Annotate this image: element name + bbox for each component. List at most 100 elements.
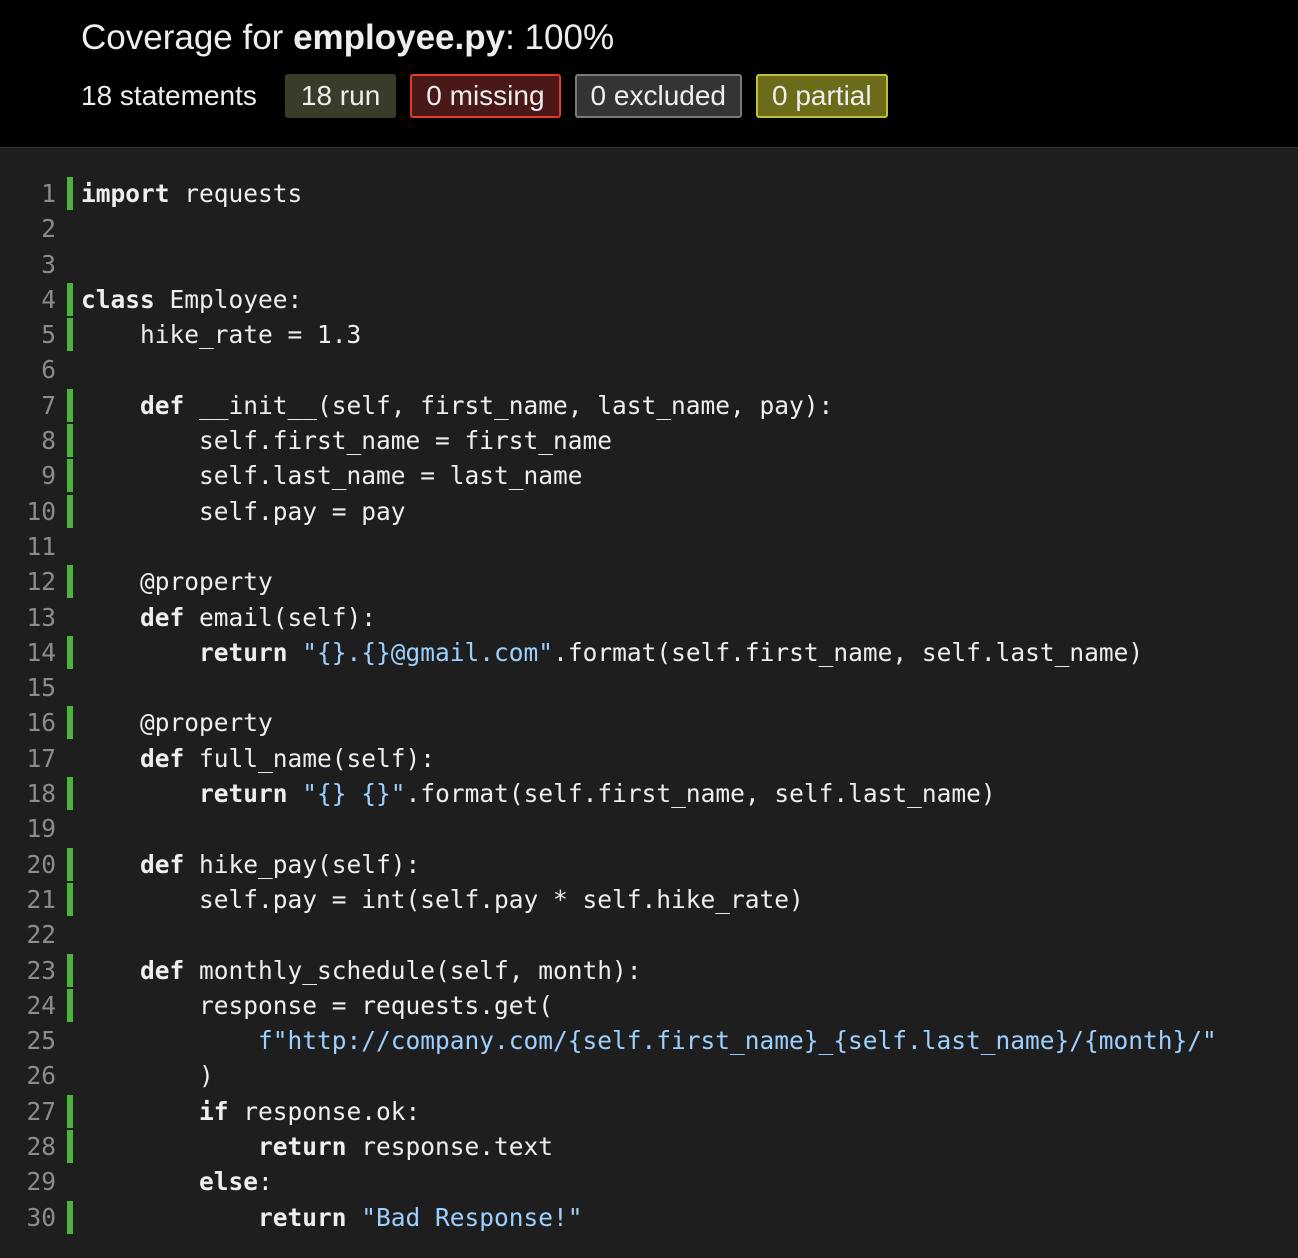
line-number-link[interactable]: 13 [0, 600, 56, 635]
run-indicator-bar [67, 988, 73, 1022]
line-number-link[interactable]: 1 [0, 176, 56, 211]
run-indicator-bar [67, 318, 73, 352]
keyword-token: else [199, 1167, 259, 1197]
title-prefix: Coverage for [81, 18, 294, 57]
code-text: def full_name(self): [81, 741, 435, 776]
code-text: @property [81, 705, 273, 740]
line-number-link[interactable]: 20 [0, 847, 56, 882]
source-line: 27 if response.ok: [0, 1094, 1298, 1129]
line-number-link[interactable]: 15 [0, 670, 56, 705]
line-number-link[interactable]: 22 [0, 917, 56, 952]
code-token: __init__(self, first_name, last_name, pa… [184, 390, 834, 420]
code-text: def email(self): [81, 600, 376, 635]
run-indicator-bar [67, 953, 73, 987]
code-text: if response.ok: [81, 1094, 420, 1129]
code-text: hike_rate = 1.3 [81, 317, 361, 352]
line-number-link[interactable]: 17 [0, 741, 56, 776]
run-indicator-bar [67, 565, 73, 599]
source-line: 12 @property [0, 564, 1298, 599]
excluded-toggle-button[interactable]: 0 excluded [574, 74, 742, 118]
run-indicator-bar [67, 459, 73, 493]
run-indicator-bar [67, 388, 73, 422]
keyword-token: return [258, 1202, 347, 1232]
source-line: 6 [0, 352, 1298, 387]
code-token: response.text [346, 1132, 554, 1162]
line-number-link[interactable]: 16 [0, 705, 56, 740]
code-text: def hike_pay(self): [81, 847, 420, 882]
run-toggle-button[interactable]: 18 run [284, 74, 397, 118]
run-indicator-bar [67, 494, 73, 528]
source-line: 10 self.pay = pay [0, 494, 1298, 529]
line-number-link[interactable]: 2 [0, 211, 56, 246]
source-line: 2 [0, 211, 1298, 246]
line-number-link[interactable]: 11 [0, 529, 56, 564]
code-token: : [258, 1167, 273, 1197]
line-number-link[interactable]: 27 [0, 1094, 56, 1129]
line-number-link[interactable]: 24 [0, 988, 56, 1023]
line-number-link[interactable]: 29 [0, 1164, 56, 1199]
line-number-link[interactable]: 12 [0, 564, 56, 599]
line-number-link[interactable]: 9 [0, 458, 56, 493]
code-text: return "{}.{}@gmail.com".format(self.fir… [81, 635, 1143, 670]
line-number-link[interactable]: 28 [0, 1129, 56, 1164]
missing-toggle-button[interactable]: 0 missing [410, 74, 561, 118]
file-name: employee.py [293, 18, 506, 57]
code-text: f"http://company.com/{self.first_name}_{… [81, 1023, 1217, 1058]
code-text: import requests [81, 176, 302, 211]
line-number-link[interactable]: 30 [0, 1200, 56, 1235]
code-text: return "{} {}".format(self.first_name, s… [81, 776, 996, 811]
source-line: 11 [0, 529, 1298, 564]
string-token: f"http://company.com/{self.first_name}_{… [258, 1026, 1217, 1056]
line-number-link[interactable]: 26 [0, 1058, 56, 1093]
source-line: 4 class Employee: [0, 282, 1298, 317]
line-number-link[interactable]: 21 [0, 882, 56, 917]
line-number-link[interactable]: 10 [0, 494, 56, 529]
line-number-link[interactable]: 23 [0, 953, 56, 988]
keyword-token: return [258, 1132, 347, 1162]
code-token: self.pay = pay [81, 496, 406, 526]
source-line: 26 ) [0, 1058, 1298, 1093]
code-text: self.pay = pay [81, 494, 406, 529]
code-token: hike_pay(self): [184, 849, 421, 879]
line-number-link[interactable]: 18 [0, 776, 56, 811]
code-text: def __init__(self, first_name, last_name… [81, 388, 833, 423]
run-indicator-bar [67, 777, 73, 811]
partial-toggle-button[interactable]: 0 partial [755, 74, 888, 118]
line-number-link[interactable]: 7 [0, 388, 56, 423]
code-token: @property [81, 708, 273, 738]
keyword-token: def [140, 743, 185, 773]
line-number-link[interactable]: 8 [0, 423, 56, 458]
source-line: 28 return response.text [0, 1129, 1298, 1164]
coverage-header: Coverage for employee.py: 100% 18 statem… [0, 0, 1298, 148]
source-line: 3 [0, 247, 1298, 282]
page-title: Coverage for employee.py: 100% [81, 14, 614, 62]
source-line: 24 response = requests.get( [0, 988, 1298, 1023]
line-number-link[interactable]: 4 [0, 282, 56, 317]
keyword-token: def [140, 602, 185, 632]
line-number-link[interactable]: 5 [0, 317, 56, 352]
code-text: class Employee: [81, 282, 302, 317]
string-token: "Bad Response!" [361, 1202, 583, 1232]
line-number-link[interactable]: 3 [0, 247, 56, 282]
line-number-link[interactable]: 25 [0, 1023, 56, 1058]
coverage-stats: 18 statements 18 run 0 missing 0 exclude… [81, 73, 902, 119]
line-number-link[interactable]: 19 [0, 811, 56, 846]
code-token: response = requests.get( [81, 990, 554, 1020]
run-indicator-bar [67, 635, 73, 669]
run-indicator-bar [67, 882, 73, 916]
run-indicator-bar [67, 424, 73, 458]
coverage-percent: : 100% [505, 18, 615, 57]
line-number-link[interactable]: 14 [0, 635, 56, 670]
code-text: response = requests.get( [81, 988, 553, 1023]
source-line: 13 def email(self): [0, 600, 1298, 635]
run-indicator-bar [67, 1094, 73, 1128]
line-number-link[interactable]: 6 [0, 352, 56, 387]
keyword-token: def [140, 390, 185, 420]
code-text: self.first_name = first_name [81, 423, 612, 458]
